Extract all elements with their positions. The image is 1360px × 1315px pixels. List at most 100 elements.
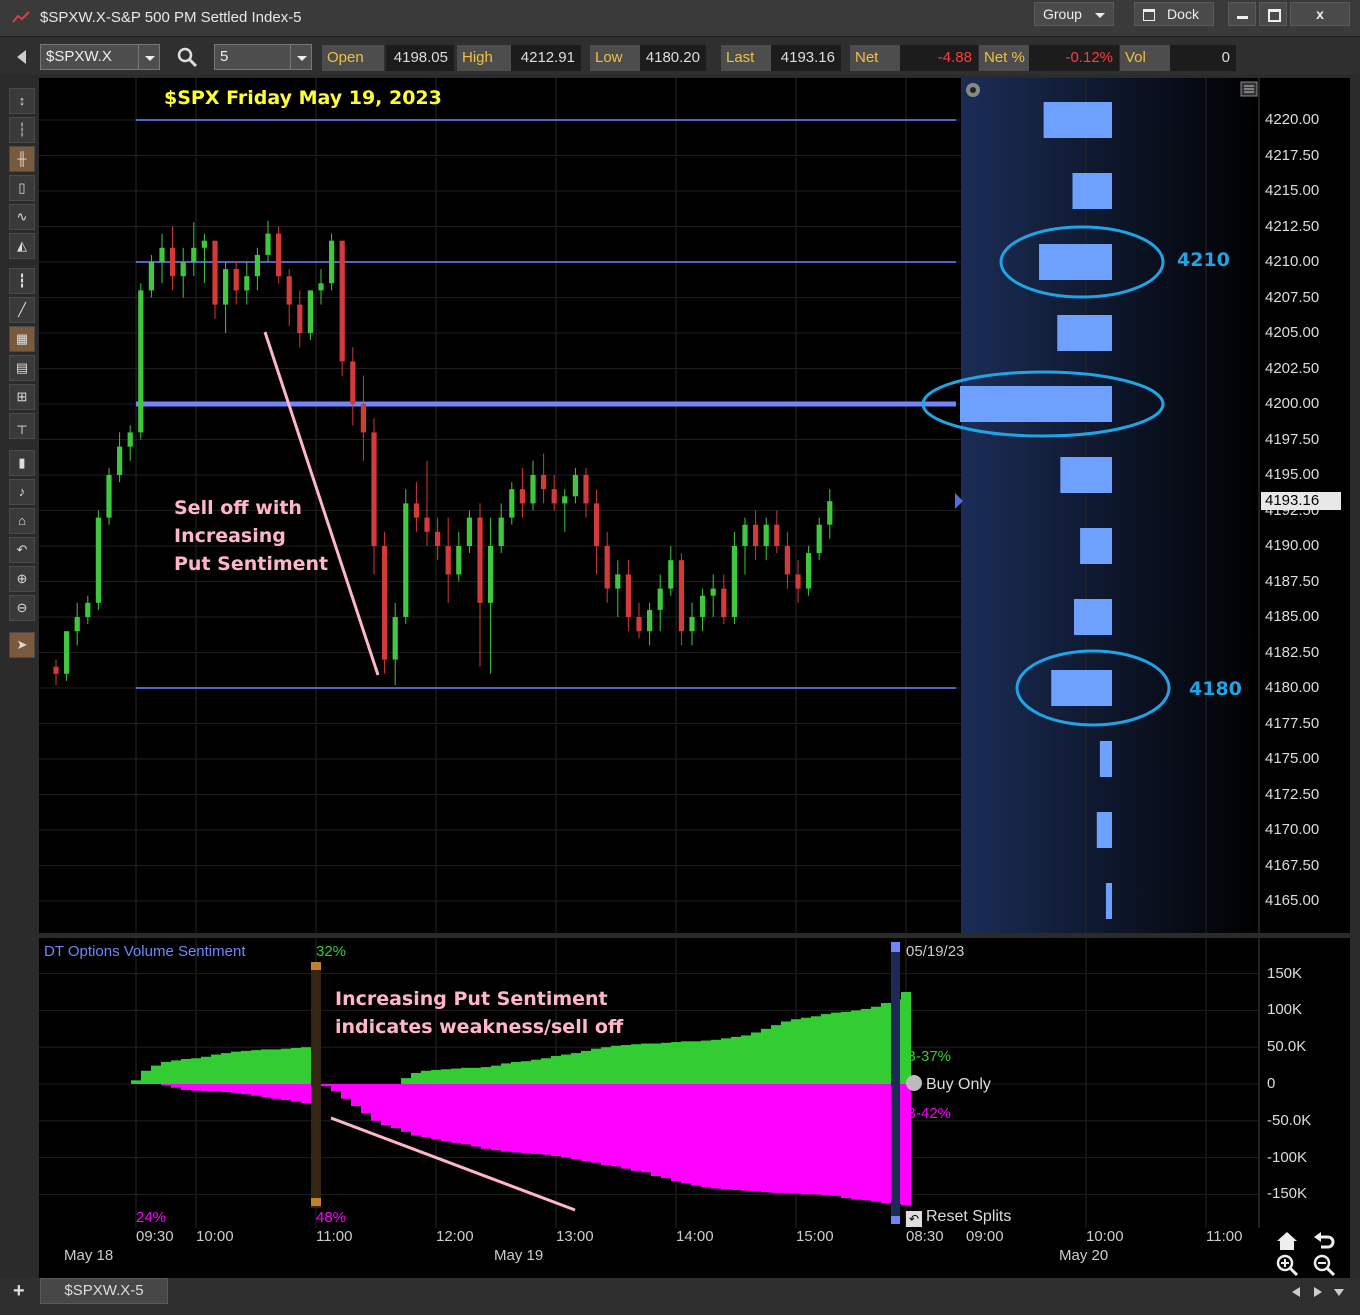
volume-profile-bar xyxy=(1043,102,1112,138)
call-volume-bar xyxy=(501,1063,511,1084)
pin-icon[interactable]: ▮ xyxy=(9,450,35,476)
put-pct-label: B-42% xyxy=(906,1105,952,1122)
put-volume-bar xyxy=(561,1084,571,1158)
options-sentiment-panel[interactable]: DT Options Volume Sentiment 32% 48% 24% … xyxy=(39,938,1350,1228)
candle-body xyxy=(276,233,282,277)
candle-body xyxy=(413,503,419,518)
price-tick-label: 4185.00 xyxy=(1265,608,1320,625)
close-button[interactable]: x xyxy=(1290,2,1350,26)
volume-profile-bar xyxy=(1051,670,1112,706)
call-volume-bar xyxy=(851,1010,861,1084)
volume-profile-bar xyxy=(1072,173,1112,209)
home-icon[interactable] xyxy=(1276,1231,1298,1251)
time-tick-label: 09:00 xyxy=(966,1228,1004,1245)
put-volume-bar xyxy=(801,1084,811,1195)
call-volume-bar xyxy=(141,1070,151,1084)
layout-icon[interactable]: ⊞ xyxy=(9,384,35,410)
add-tab-button[interactable]: + xyxy=(13,1280,25,1303)
candle-body xyxy=(286,276,292,305)
volume-profile-bar xyxy=(1099,741,1112,777)
call-volume-bar xyxy=(431,1070,441,1084)
undo-icon[interactable] xyxy=(1313,1231,1335,1251)
volume-profile-bar xyxy=(960,386,1112,422)
candle-body xyxy=(148,262,154,291)
price-tick-label: 4220.00 xyxy=(1265,111,1320,128)
zoom-in-icon[interactable] xyxy=(1276,1254,1298,1276)
candle-body xyxy=(647,609,653,632)
put-volume-bar xyxy=(291,1084,301,1102)
gear-icon[interactable] xyxy=(964,81,982,99)
marker-bottom-pct: 48% xyxy=(316,1209,347,1226)
put-volume-bar xyxy=(611,1084,621,1167)
call-volume-bar xyxy=(641,1043,651,1084)
price-tick-label: 4207.50 xyxy=(1265,288,1320,306)
dock-button[interactable]: Dock xyxy=(1134,2,1214,26)
candlestick-icon[interactable]: ╫ xyxy=(9,146,35,172)
candle-body xyxy=(233,269,239,291)
candle-body xyxy=(774,524,780,546)
candle-body xyxy=(212,240,218,305)
price-marker-icon[interactable]: ♪ xyxy=(9,479,35,505)
interval-select[interactable]: 5 xyxy=(214,44,312,70)
zoom-out-icon[interactable] xyxy=(1313,1254,1335,1276)
candle-body xyxy=(117,446,123,475)
call-volume-bar xyxy=(761,1028,771,1084)
bar-chart-icon[interactable]: ┆ xyxy=(9,117,35,143)
put-volume-bar xyxy=(881,1084,891,1204)
minimize-button[interactable] xyxy=(1228,2,1256,26)
buy-only-toggle[interactable]: Buy Only xyxy=(906,1075,991,1094)
maximize-button[interactable] xyxy=(1259,2,1287,26)
table-icon[interactable]: ▤ xyxy=(9,355,35,381)
call-volume-bar xyxy=(571,1053,581,1084)
sentiment-tick-label: -50.0K xyxy=(1267,1111,1312,1129)
cursor-crosshair-icon[interactable]: ↕ xyxy=(9,88,35,114)
search-icon[interactable] xyxy=(176,46,198,68)
candle-body xyxy=(784,546,790,575)
undo-icon[interactable]: ↶ xyxy=(9,537,35,563)
zoom-out-icon[interactable]: ⊖ xyxy=(9,595,35,621)
candle-body xyxy=(636,617,642,632)
candle-body xyxy=(170,247,176,277)
reset-splits-button[interactable]: ↶ Reset Splits xyxy=(906,1208,1011,1227)
home-icon[interactable]: ⌂ xyxy=(9,508,35,534)
scroll-right-icon[interactable] xyxy=(1312,1286,1324,1298)
pointer-icon[interactable]: ➤ xyxy=(9,632,35,658)
candle-body xyxy=(371,432,377,546)
trend-line-icon[interactable]: ╱ xyxy=(9,297,35,323)
tab-spxw-5[interactable]: $SPXW.X-5 xyxy=(40,1278,168,1304)
symbol-value: $SPXW.X xyxy=(46,48,112,65)
volume-profile-bar xyxy=(1080,528,1112,564)
date-label: 05/19/23 xyxy=(906,943,965,960)
put-volume-bar xyxy=(551,1084,561,1157)
maximize-icon xyxy=(1268,9,1281,22)
session-end-top xyxy=(891,942,900,952)
put-volume-bar xyxy=(501,1084,511,1152)
call-volume-bar xyxy=(901,992,911,1084)
candle-body xyxy=(106,475,112,518)
hollow-candle-icon[interactable]: ▯ xyxy=(9,175,35,201)
quote-label-net: Net xyxy=(850,45,900,71)
bar-style-icon[interactable]: ┇ xyxy=(9,268,35,294)
put-volume-bar xyxy=(751,1084,761,1192)
chevron-down-icon[interactable] xyxy=(138,45,159,69)
put-volume-bar xyxy=(251,1084,261,1096)
group-dropdown[interactable]: Group xyxy=(1034,2,1114,26)
chevron-down-icon[interactable] xyxy=(290,45,311,69)
price-chart[interactable]: $SPX Friday May 19, 2023 Sell off with I… xyxy=(39,78,1350,933)
symbol-input[interactable]: $SPXW.X xyxy=(40,44,160,70)
zoom-in-icon[interactable]: ⊕ xyxy=(9,566,35,592)
session-end-bottom xyxy=(891,1216,900,1224)
put-volume-bar xyxy=(201,1084,211,1092)
collapse-left-icon[interactable] xyxy=(14,48,28,66)
put-volume-bar xyxy=(861,1084,871,1201)
selloff-line-3: Put Sentiment xyxy=(174,553,329,575)
scroll-left-icon[interactable] xyxy=(1290,1286,1302,1298)
call-volume-bar xyxy=(251,1050,261,1084)
area-chart-icon[interactable]: ◭ xyxy=(9,233,35,259)
time-tick-label: 15:00 xyxy=(796,1228,834,1245)
grid-icon[interactable]: ▦ xyxy=(9,326,35,352)
menu-icon[interactable] xyxy=(1240,81,1258,97)
tab-list-icon[interactable] xyxy=(1333,1286,1345,1298)
horizontal-line-icon[interactable]: ┬ xyxy=(9,413,35,439)
line-chart-icon[interactable]: ∿ xyxy=(9,204,35,230)
